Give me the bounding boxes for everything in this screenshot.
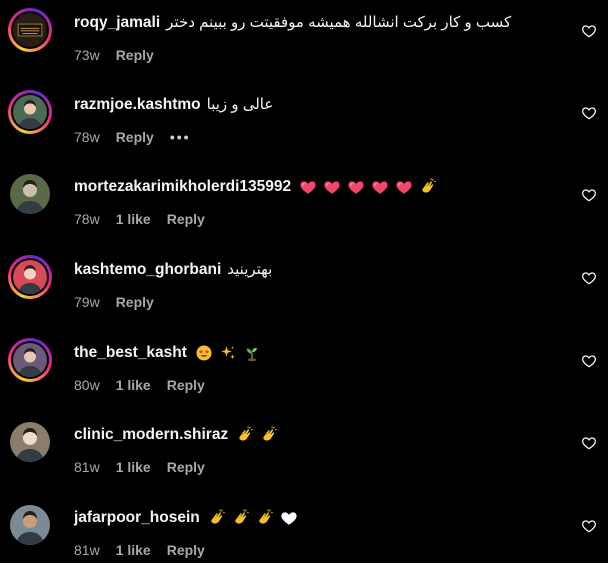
reply-button[interactable]: Reply bbox=[116, 129, 154, 145]
seedling-icon bbox=[243, 344, 261, 362]
clap-icon bbox=[208, 509, 226, 527]
person-avatar bbox=[10, 505, 50, 545]
comment-username[interactable]: roqy_jamali bbox=[74, 14, 160, 31]
comment-item: clinic_modern.shiraz 81w 1 like Reply bbox=[0, 420, 608, 502]
like-heart-icon[interactable] bbox=[581, 187, 597, 203]
avatar[interactable] bbox=[8, 172, 52, 216]
avatar[interactable] bbox=[8, 503, 52, 547]
comment-time: 78w bbox=[74, 129, 100, 145]
more-options-icon[interactable]: ••• bbox=[170, 129, 191, 145]
comment-line: mortezakarimikholerdi135992 bbox=[74, 177, 443, 197]
person-avatar bbox=[10, 422, 50, 462]
comment-username[interactable]: jafarpoor_hosein bbox=[74, 509, 200, 526]
like-count[interactable]: 1 like bbox=[116, 211, 151, 227]
like-heart-icon[interactable] bbox=[581, 435, 597, 451]
comment-time: 80w bbox=[74, 377, 100, 393]
like-heart-icon[interactable] bbox=[581, 23, 597, 39]
emoji-group bbox=[299, 177, 443, 197]
heart-icon bbox=[371, 178, 389, 196]
heart-icon bbox=[347, 178, 365, 196]
comment-meta: 73w Reply bbox=[74, 47, 170, 63]
clap-icon bbox=[232, 509, 250, 527]
clap-icon bbox=[236, 426, 254, 444]
comment-username[interactable]: the_best_kasht bbox=[74, 344, 187, 361]
emoji-group bbox=[208, 508, 304, 528]
reply-button[interactable]: Reply bbox=[116, 294, 154, 310]
comment-meta: 80w 1 like Reply bbox=[74, 377, 221, 393]
clap-icon bbox=[419, 178, 437, 196]
avatar[interactable] bbox=[8, 90, 52, 134]
sparkles-icon bbox=[219, 344, 237, 362]
comment-username[interactable]: kashtemo_ghorbani bbox=[74, 261, 221, 278]
comment-time: 81w bbox=[74, 542, 100, 558]
like-heart-icon[interactable] bbox=[581, 270, 597, 286]
comment-line: jafarpoor_hosein bbox=[74, 508, 304, 528]
comment-meta: 81w 1 like Reply bbox=[74, 542, 221, 558]
comment-username[interactable]: clinic_modern.shiraz bbox=[74, 426, 228, 443]
reply-button[interactable]: Reply bbox=[167, 377, 205, 393]
like-count[interactable]: 1 like bbox=[116, 542, 151, 558]
comment-text: عالی و زیبا bbox=[206, 96, 274, 113]
comment-meta: 78w Reply ••• bbox=[74, 129, 207, 145]
like-heart-icon[interactable] bbox=[581, 105, 597, 121]
clap-icon bbox=[256, 509, 274, 527]
person-avatar bbox=[13, 95, 47, 129]
like-count[interactable]: 1 like bbox=[116, 377, 151, 393]
avatar[interactable] bbox=[8, 338, 52, 382]
comment-text: بهترینید bbox=[227, 261, 273, 278]
comment-username[interactable]: razmjoe.kashtmo bbox=[74, 96, 201, 113]
avatar[interactable] bbox=[8, 255, 52, 299]
comment-item: razmjoe.kashtmo عالی و زیبا 78w Reply ••• bbox=[0, 90, 608, 172]
heart-icon bbox=[395, 178, 413, 196]
comment-item: kashtemo_ghorbani بهترینید 79w Reply bbox=[0, 255, 608, 337]
like-heart-icon[interactable] bbox=[581, 518, 597, 534]
emoji-group bbox=[236, 425, 284, 445]
comment-line: kashtemo_ghorbani بهترینید bbox=[74, 260, 272, 280]
comment-time: 81w bbox=[74, 459, 100, 475]
reply-button[interactable]: Reply bbox=[167, 459, 205, 475]
comment-item: mortezakarimikholerdi135992 78w 1 like Repl… bbox=[0, 172, 608, 254]
comment-text: کسب و کار برکت انشالله همیشه موفقیتت رو … bbox=[166, 14, 512, 31]
comment-item: jafarpoor_hosein 81w 1 like Reply bbox=[0, 503, 608, 563]
person-avatar bbox=[13, 260, 47, 294]
comment-line: roqy_jamali کسب و کار برکت انشالله همیشه … bbox=[74, 13, 511, 33]
avatar[interactable] bbox=[8, 8, 52, 52]
comment-time: 73w bbox=[74, 47, 100, 63]
heart-icon bbox=[323, 178, 341, 196]
comment-meta: 78w 1 like Reply bbox=[74, 211, 221, 227]
white-heart-icon bbox=[280, 509, 298, 527]
comments-list: roqy_jamali کسب و کار برکت انشالله همیشه … bbox=[0, 0, 608, 563]
comment-username[interactable]: mortezakarimikholerdi135992 bbox=[74, 178, 291, 195]
comment-meta: 81w 1 like Reply bbox=[74, 459, 221, 475]
reply-button[interactable]: Reply bbox=[167, 211, 205, 227]
comment-meta: 79w Reply bbox=[74, 294, 170, 310]
clap-icon bbox=[260, 426, 278, 444]
heart-icon bbox=[299, 178, 317, 196]
reply-button[interactable]: Reply bbox=[116, 47, 154, 63]
star-struck-icon bbox=[195, 344, 213, 362]
comment-time: 78w bbox=[74, 211, 100, 227]
comment-item: roqy_jamali کسب و کار برکت انشالله همیشه … bbox=[0, 8, 608, 90]
like-heart-icon[interactable] bbox=[581, 353, 597, 369]
reply-button[interactable]: Reply bbox=[167, 542, 205, 558]
logo-avatar bbox=[13, 13, 47, 47]
comment-time: 79w bbox=[74, 294, 100, 310]
comment-item: the_best_kasht 80w 1 like Reply bbox=[0, 338, 608, 420]
emoji-group bbox=[195, 343, 267, 363]
like-count[interactable]: 1 like bbox=[116, 459, 151, 475]
person-avatar bbox=[10, 174, 50, 214]
person-avatar bbox=[13, 343, 47, 377]
comment-line: clinic_modern.shiraz bbox=[74, 425, 284, 445]
comment-line: the_best_kasht bbox=[74, 343, 267, 363]
avatar[interactable] bbox=[8, 420, 52, 464]
comment-line: razmjoe.kashtmo عالی و زیبا bbox=[74, 95, 273, 115]
